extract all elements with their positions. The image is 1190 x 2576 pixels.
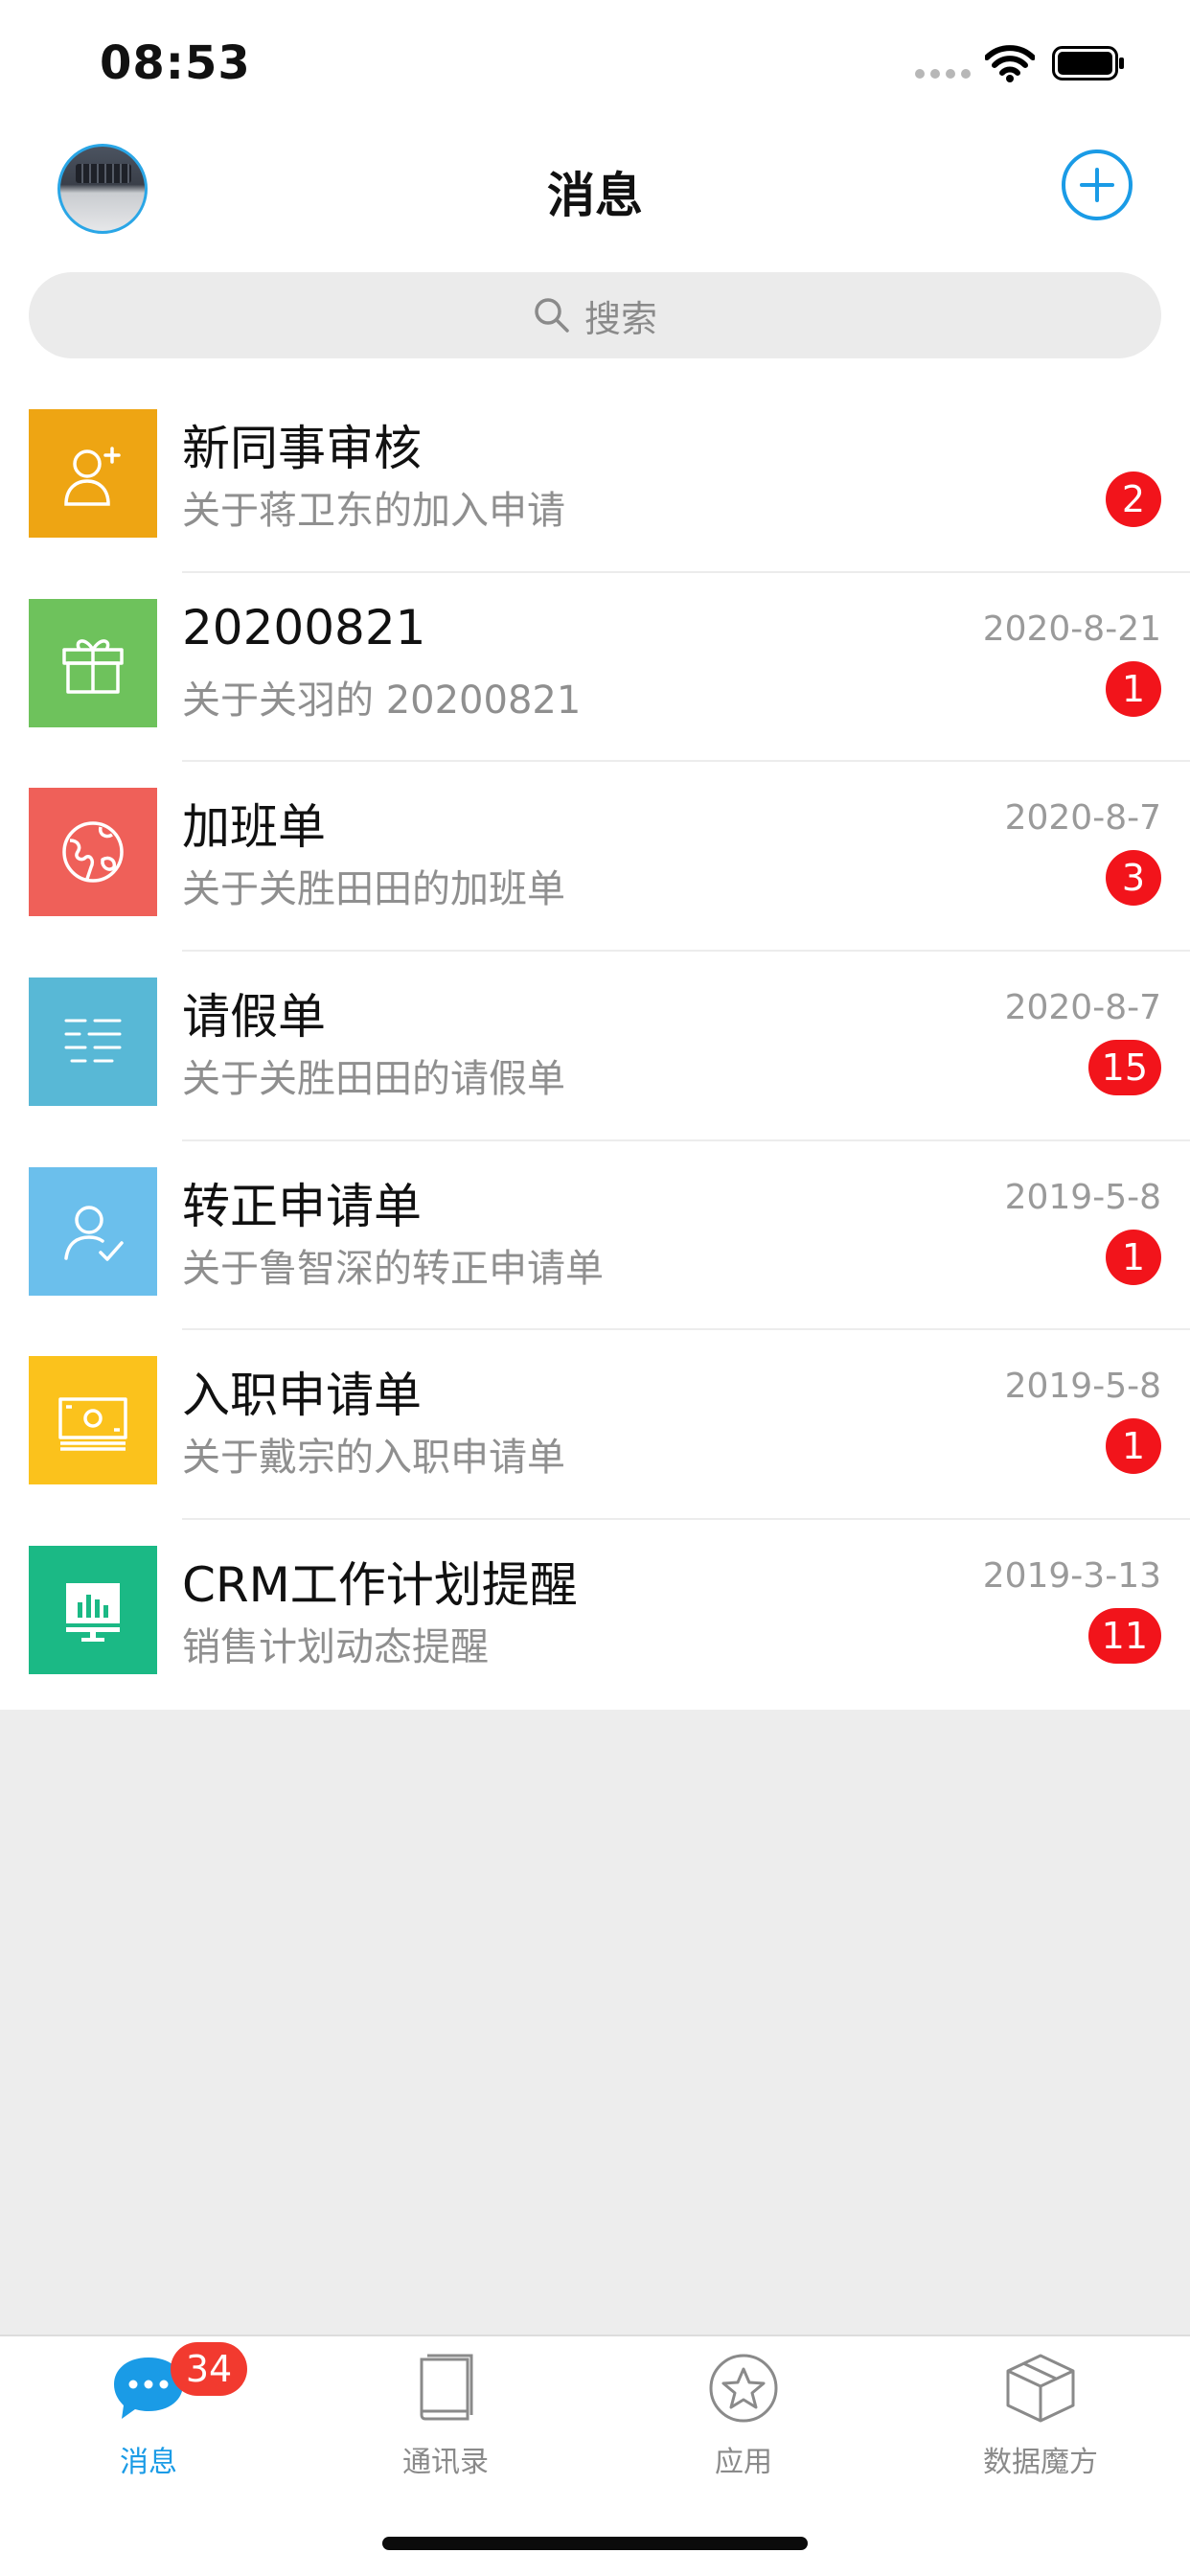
list-item[interactable]: 入职申请单 关于戴宗的入职申请单 2019-5-8 1 xyxy=(0,1330,1190,1521)
list-icon xyxy=(29,978,157,1107)
search-placeholder: 搜索 xyxy=(584,297,657,340)
list-item[interactable]: 加班单 关于关胜田田的加班单 2020-8-7 3 xyxy=(0,762,1190,953)
add-button[interactable] xyxy=(1062,150,1133,220)
message-title: 转正申请单 xyxy=(182,1178,422,1234)
message-subtitle: 销售计划动态提醒 xyxy=(182,1625,489,1670)
wifi-icon xyxy=(985,45,1035,82)
list-item[interactable]: 20200821 关于关羽的 20200821 2020-8-21 1 xyxy=(0,573,1190,763)
message-title: CRM工作计划提醒 xyxy=(182,1557,578,1614)
home-indicator xyxy=(382,2537,808,2550)
message-title: 加班单 xyxy=(182,799,326,856)
tab-label: 数据魔方 xyxy=(983,2446,1098,2479)
message-subtitle: 关于戴宗的入职申请单 xyxy=(182,1436,565,1481)
unread-badge: 15 xyxy=(1087,1040,1161,1096)
gift-icon xyxy=(29,598,157,727)
nav-bar: 消息 xyxy=(0,125,1190,268)
cube-icon xyxy=(1002,2350,1079,2426)
battery-icon xyxy=(1052,46,1124,80)
message-date: 2019-5-8 xyxy=(1004,1177,1161,1217)
message-date: 2019-3-13 xyxy=(982,1556,1161,1597)
message-title: 入职申请单 xyxy=(182,1368,422,1424)
chart-board-icon xyxy=(29,1546,157,1675)
message-subtitle: 关于蒋卫东的加入申请 xyxy=(182,489,565,533)
unread-badge: 1 xyxy=(1106,660,1161,717)
unread-badge: 1 xyxy=(1106,1229,1161,1285)
tab-label: 通讯录 xyxy=(402,2446,489,2479)
globe-icon xyxy=(29,788,157,917)
message-subtitle: 关于鲁智深的转正申请单 xyxy=(182,1246,604,1291)
message-title: 请假单 xyxy=(182,989,326,1046)
message-date: 2020-8-7 xyxy=(1004,988,1161,1028)
star-icon xyxy=(705,2350,782,2426)
tab-messages[interactable]: 34 消息 xyxy=(0,2336,297,2499)
message-list: 新同事审核 关于蒋卫东的加入申请 2 20200821 关于关羽的 202008… xyxy=(0,383,1190,1710)
list-item[interactable]: 请假单 关于关胜田田的请假单 2020-8-7 15 xyxy=(0,952,1190,1141)
list-item[interactable]: 转正申请单 关于鲁智深的转正申请单 2019-5-8 1 xyxy=(0,1141,1190,1331)
tab-contacts[interactable]: 通讯录 xyxy=(297,2336,594,2499)
unread-badge: 1 xyxy=(1106,1418,1161,1475)
cellular-signal-icon xyxy=(915,69,971,79)
tab-badge: 34 xyxy=(171,2342,247,2396)
contacts-book-icon xyxy=(407,2350,484,2426)
status-bar: 08:53 xyxy=(0,0,1190,125)
search-input[interactable]: 搜索 xyxy=(29,272,1161,358)
tab-apps[interactable]: 应用 xyxy=(595,2336,892,2499)
cash-icon xyxy=(29,1356,157,1485)
tab-label: 应用 xyxy=(715,2446,772,2479)
message-title: 20200821 xyxy=(182,599,426,656)
message-subtitle: 关于关胜田田的加班单 xyxy=(182,867,565,912)
person-check-icon xyxy=(29,1166,157,1296)
unread-badge: 2 xyxy=(1106,472,1161,527)
status-time: 08:53 xyxy=(100,36,251,90)
unread-badge: 11 xyxy=(1087,1608,1161,1665)
unread-badge: 3 xyxy=(1106,850,1161,907)
tab-label: 消息 xyxy=(120,2446,177,2479)
message-subtitle: 关于关羽的 20200821 xyxy=(182,678,582,723)
page-title: 消息 xyxy=(547,168,643,223)
message-title: 新同事审核 xyxy=(182,421,422,476)
message-subtitle: 关于关胜田田的请假单 xyxy=(182,1057,565,1102)
person-add-icon xyxy=(29,409,157,538)
message-date: 2019-5-8 xyxy=(1004,1367,1161,1407)
list-item[interactable]: CRM工作计划提醒 销售计划动态提醒 2019-3-13 11 xyxy=(0,1520,1190,1710)
search-icon xyxy=(535,298,569,333)
list-item[interactable]: 新同事审核 关于蒋卫东的加入申请 2 xyxy=(0,383,1190,573)
search-bar: 搜索 xyxy=(0,268,1190,383)
message-date: 2020-8-7 xyxy=(1004,798,1161,839)
message-date: 2020-8-21 xyxy=(982,609,1161,649)
tab-data-cube[interactable]: 数据魔方 xyxy=(892,2336,1189,2499)
